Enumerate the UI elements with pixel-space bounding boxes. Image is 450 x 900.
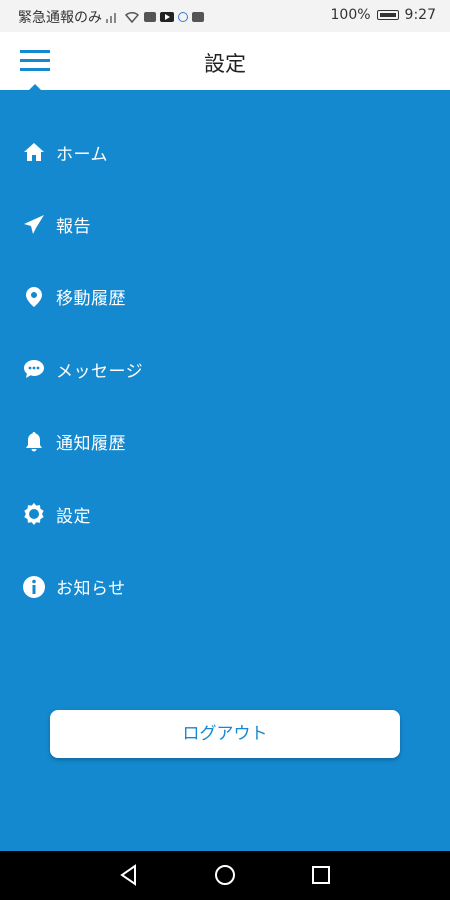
status-left: 緊急通報のみ — [18, 7, 204, 27]
system-nav-bar — [0, 851, 450, 900]
signal-icon — [106, 13, 116, 23]
recents-icon[interactable] — [309, 863, 333, 887]
location-pin-icon — [26, 286, 42, 307]
wifi-icon — [124, 11, 140, 23]
menu-item-label: お知らせ — [56, 579, 126, 600]
drawer-pointer — [28, 84, 42, 91]
menu-item-messages[interactable]: メッセージ — [0, 333, 450, 405]
status-right: 100% 9:27 — [331, 7, 436, 23]
menu-item-report[interactable]: 報告 — [0, 188, 450, 260]
chat-bubble-icon — [24, 360, 44, 379]
menu-item-label: 移動履歴 — [56, 289, 126, 310]
menu-item-label: ホーム — [56, 144, 108, 165]
battery-percent: 100% — [330, 7, 371, 23]
menu-item-label: 通知履歴 — [56, 434, 126, 455]
menu-item-notification-history[interactable]: 通知履歴 — [0, 406, 450, 478]
app-header: 設定 — [0, 32, 450, 90]
gallery-icon — [192, 12, 204, 22]
home-icon — [24, 143, 44, 162]
gear-icon — [24, 503, 44, 526]
logout-button[interactable]: ログアウト — [50, 710, 400, 758]
sim-icon — [144, 12, 156, 22]
carrier-text: 緊急通報のみ — [18, 10, 102, 26]
app-notification-icon — [178, 12, 188, 22]
drawer-menu: ホーム 報告 移動履歴 メッセージ 通知履歴 設定 お知らせ — [0, 116, 450, 623]
battery-icon — [376, 10, 399, 20]
menu-item-label: 報告 — [56, 217, 91, 238]
status-bar: 緊急通報のみ 100% 9:27 — [0, 0, 450, 32]
menu-item-home[interactable]: ホーム — [0, 116, 450, 188]
paper-plane-icon — [24, 214, 44, 234]
home-button-icon[interactable] — [213, 863, 237, 887]
youtube-icon — [160, 12, 174, 22]
menu-item-settings[interactable]: 設定 — [0, 478, 450, 550]
clock: 9:27 — [404, 7, 436, 23]
menu-item-label: メッセージ — [56, 361, 144, 382]
menu-item-movement-history[interactable]: 移動履歴 — [0, 261, 450, 333]
menu-item-label: 設定 — [56, 506, 91, 527]
info-icon — [23, 575, 45, 598]
page-title: 設定 — [204, 52, 246, 76]
bell-icon — [26, 431, 42, 452]
back-icon[interactable] — [117, 863, 141, 887]
menu-item-announcements[interactable]: お知らせ — [0, 550, 450, 622]
